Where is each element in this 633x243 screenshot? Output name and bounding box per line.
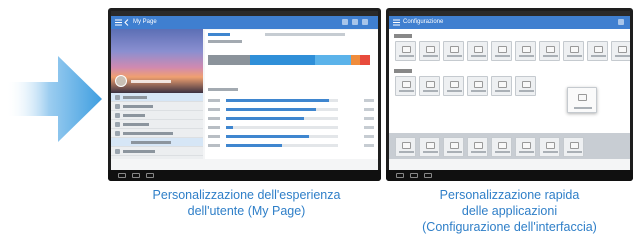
- app-tile: [395, 76, 416, 96]
- app-title: My Page: [133, 19, 157, 25]
- app-bar: Configurazione: [389, 16, 630, 29]
- sidebar-item: [111, 120, 203, 129]
- caption-line: Personalizzazione rapida: [439, 188, 580, 202]
- tile-tray: [389, 133, 630, 159]
- dashboard-panel: [205, 30, 378, 159]
- usage-stacked-bar: [208, 55, 370, 65]
- tray-tile: [443, 137, 464, 157]
- system-nav-bar: [386, 170, 633, 181]
- recent-apps-icon: [424, 173, 432, 178]
- tray-tile: [491, 137, 512, 157]
- caption-line: delle applicazioni: [461, 204, 558, 218]
- list-item: [208, 123, 374, 132]
- sidebar-item: [111, 93, 203, 102]
- arrow-right-icon: [6, 56, 102, 142]
- my-page-screen: My Page: [111, 11, 378, 170]
- tray-tile: [515, 137, 536, 157]
- panel-subheading: [208, 40, 242, 43]
- app-tile: [611, 41, 630, 61]
- app-tile: [395, 41, 416, 61]
- profile-cover-photo: [111, 29, 203, 93]
- action-icon: [342, 19, 348, 25]
- caption-line: dell'utente (My Page): [187, 204, 306, 218]
- tray-tile: [539, 137, 560, 157]
- tray-tile: [419, 137, 440, 157]
- app-tile: [419, 41, 440, 61]
- my-page-caption: Personalizzazione dell'esperienza dell'u…: [110, 187, 383, 219]
- app-tile: [467, 41, 488, 61]
- system-nav-bar: [108, 170, 381, 181]
- recent-apps-icon: [146, 173, 154, 178]
- configuration-screenshot: Configurazione: [386, 8, 633, 181]
- my-page-screenshot: My Page: [108, 8, 381, 181]
- app-tile: [491, 76, 512, 96]
- group-heading: [394, 69, 412, 73]
- app-tile: [515, 41, 536, 61]
- configuration-screen: Configurazione: [389, 11, 630, 170]
- sidebar-item: [111, 129, 203, 138]
- panel-heading: [208, 33, 230, 36]
- usage-list: [208, 96, 374, 150]
- avatar: [115, 75, 127, 87]
- app-tile: [539, 41, 560, 61]
- app-tile: [443, 76, 464, 96]
- back-icon: [396, 173, 404, 178]
- app-tile: [419, 76, 440, 96]
- panel-legend: [265, 33, 345, 36]
- home-icon: [410, 173, 418, 178]
- app-tile: [491, 41, 512, 61]
- group-heading: [394, 34, 412, 38]
- action-icon: [618, 19, 624, 25]
- app-tile: [563, 41, 584, 61]
- sidebar-item: [111, 147, 203, 156]
- menu-icon: [393, 19, 400, 26]
- caption-line: (Configurazione dell'interfaccia): [422, 220, 597, 234]
- list-item: [208, 114, 374, 123]
- app-title: Configurazione: [403, 19, 444, 25]
- sidebar-item: [111, 111, 203, 120]
- tray-tile: [395, 137, 416, 157]
- app-tile: [515, 76, 536, 96]
- app-bar: My Page: [111, 16, 378, 29]
- action-icon: [352, 19, 358, 25]
- list-heading: [208, 88, 238, 91]
- list-item: [208, 141, 374, 150]
- profile-name: [131, 80, 171, 83]
- app-tile: [587, 41, 608, 61]
- back-icon: [118, 173, 126, 178]
- tile-grid: [389, 29, 630, 133]
- back-icon: [124, 19, 129, 26]
- app-tile: [467, 76, 488, 96]
- home-icon: [132, 173, 140, 178]
- dragged-tile: [567, 87, 597, 113]
- list-item: [208, 96, 374, 105]
- menu-icon: [115, 19, 122, 26]
- tray-tile: [563, 137, 584, 157]
- list-item: [208, 132, 374, 141]
- action-icon: [362, 19, 368, 25]
- sidebar-item: [111, 138, 203, 147]
- caption-line: Personalizzazione dell'esperienza: [152, 188, 341, 202]
- configuration-caption: Personalizzazione rapida delle applicazi…: [386, 187, 633, 235]
- app-tile: [443, 41, 464, 61]
- list-item: [208, 105, 374, 114]
- sidebar-item: [111, 102, 203, 111]
- tray-tile: [467, 137, 488, 157]
- sidebar-nav: [111, 93, 203, 159]
